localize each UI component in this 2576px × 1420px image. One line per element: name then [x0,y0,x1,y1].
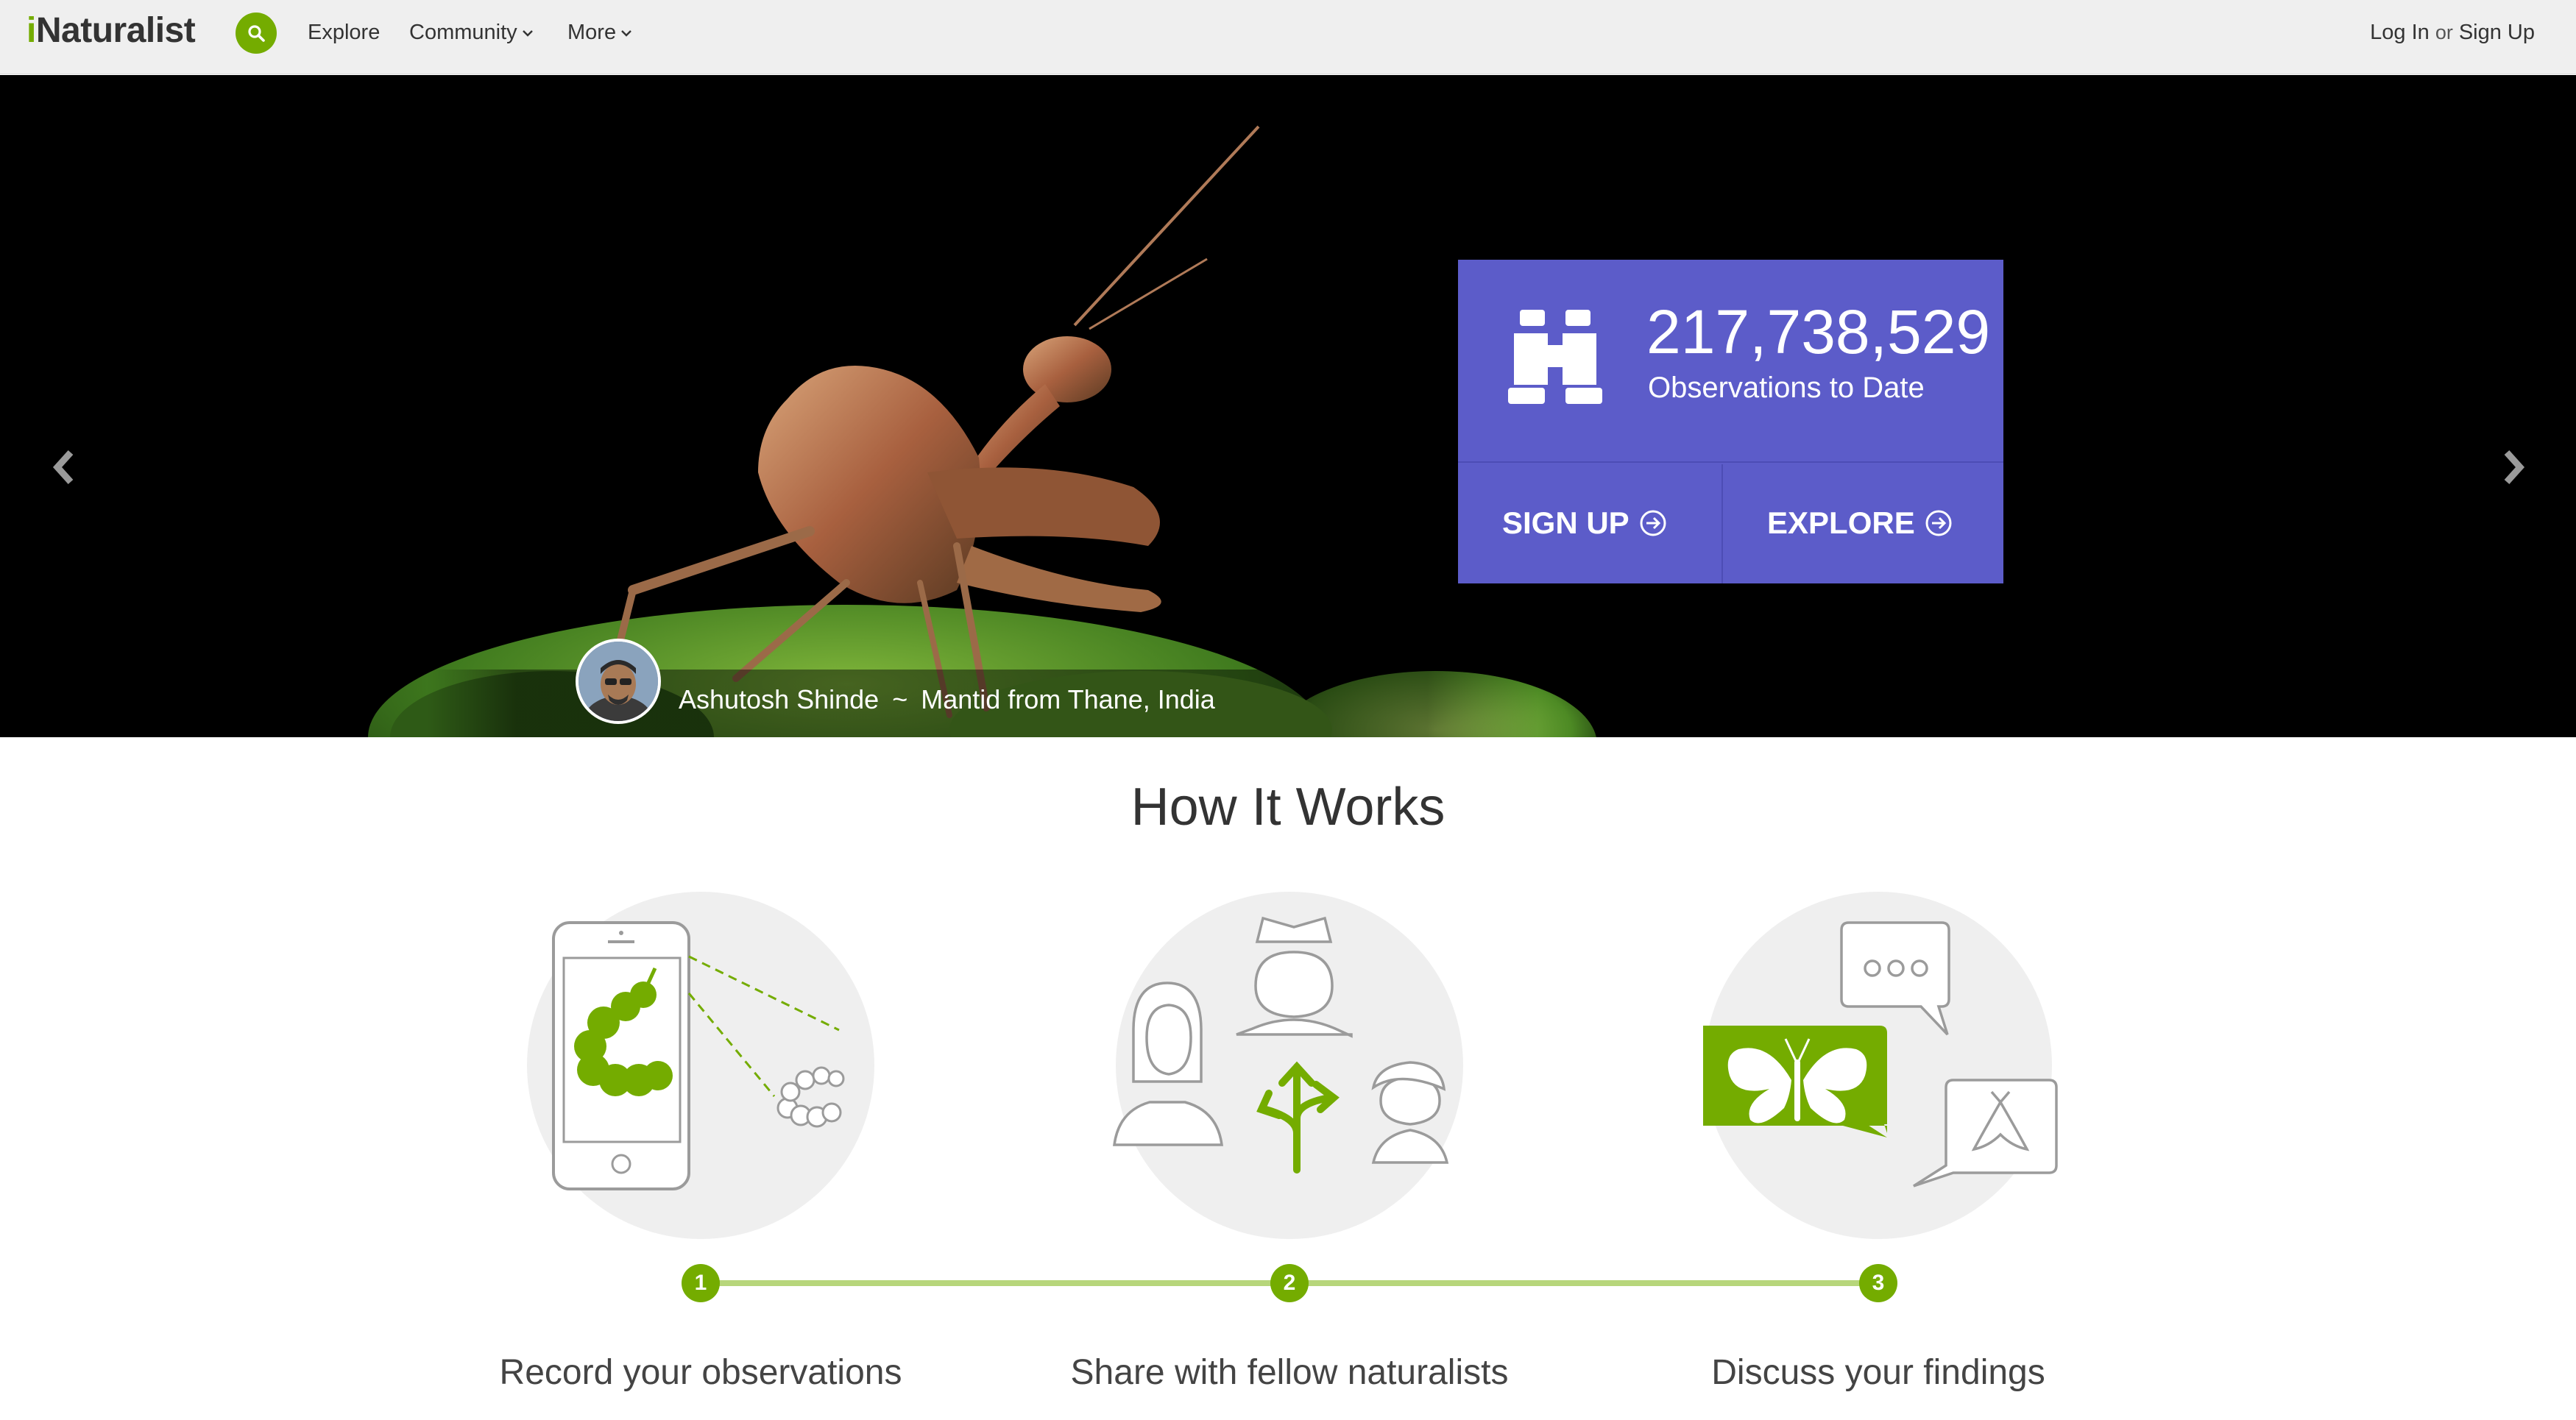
photo-caption: Ashutosh Shinde ~ Mantid from Thane, India [679,684,1215,715]
observations-stats-panel: 217,738,529 Observations to Date SIGN UP… [1458,260,2003,583]
carousel-next-button[interactable] [2495,445,2532,489]
step-2-illustration [1113,916,1449,1174]
search-icon [248,25,265,42]
step-1-marker: 1 [682,1264,720,1302]
person-icon [1371,1061,1449,1164]
speech-bubble-icon [1913,1079,2058,1188]
observation-label: Observations to Date [1648,372,1925,404]
caption-separator: ~ [892,684,908,714]
step-1-illustration [552,921,845,1190]
photographer-avatar[interactable] [576,639,661,724]
auth-links: Log In or Sign Up [2370,21,2535,45]
avatar-image [578,642,658,721]
how-it-works-heading: How It Works [1130,778,1446,837]
person-icon [1113,981,1223,1146]
observation-count: 217,738,529 [1646,297,1991,366]
hero-carousel: 217,738,529 Observations to Date SIGN UP… [0,75,2576,737]
cta-divider [1722,464,1723,583]
inaturalist-logo[interactable]: iNaturalist [26,10,196,51]
step-1-label: Record your observations [499,1353,902,1392]
caterpillar-outline-icon [776,1066,845,1128]
nav-explore[interactable]: Explore [308,21,380,45]
binoculars-icon [1508,310,1602,404]
signup-cta-button[interactable]: SIGN UP [1502,463,1668,583]
step-3-illustration [1703,921,2058,1188]
arrow-circle-right-icon [1640,510,1666,536]
phone-icon [552,921,690,1190]
chevron-left-icon [52,450,74,485]
or-text: or [2435,21,2453,43]
step-2-label: Share with fellow naturalists [1070,1353,1509,1392]
tree-branch-icon [1256,1061,1340,1174]
chevron-right-icon [2504,450,2525,485]
speech-bubble-icon [1840,921,1950,1036]
signup-link[interactable]: Sign Up [2459,21,2535,44]
nav-more-dropdown[interactable]: More [567,21,632,45]
step-2-marker: 2 [1270,1264,1309,1302]
hero-photo [368,125,1596,737]
arrow-circle-right-icon [1925,510,1952,536]
search-button[interactable] [236,13,277,54]
top-nav: iNaturalist Explore Community More Log I… [0,0,2576,74]
observation-link[interactable]: Mantid from Thane, India [921,684,1215,714]
step-3-marker: 3 [1859,1264,1897,1302]
person-icon [1236,916,1353,1038]
login-link[interactable]: Log In [2370,21,2430,44]
chevron-down-icon [621,30,631,38]
nav-community-dropdown[interactable]: Community [409,21,534,45]
observations-counter: 217,738,529 Observations to Date [1458,260,2003,463]
photographer-name-link[interactable]: Ashutosh Shinde [679,684,879,714]
chevron-down-icon [522,30,533,38]
step-3-label: Discuss your findings [1711,1353,2045,1392]
explore-cta-button[interactable]: EXPLORE [1767,463,1953,583]
carousel-prev-button[interactable] [46,445,82,489]
